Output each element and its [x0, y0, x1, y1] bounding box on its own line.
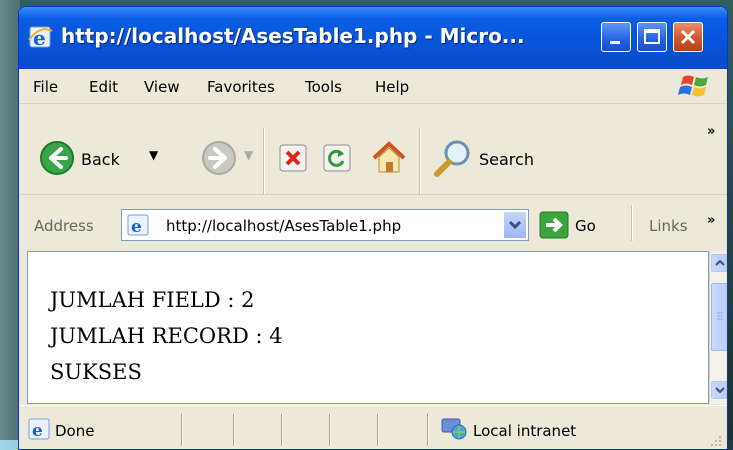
menu-file[interactable]: File — [33, 78, 58, 96]
vertical-scrollbar[interactable] — [709, 251, 727, 404]
back-button-label[interactable]: Back — [81, 150, 120, 169]
address-dropdown-button[interactable] — [503, 211, 527, 239]
maximize-button[interactable] — [637, 22, 667, 52]
back-dropdown-arrow-icon[interactable]: ▼ — [149, 148, 158, 162]
scroll-down-button[interactable] — [711, 381, 727, 399]
status-separator — [377, 414, 379, 446]
search-icon[interactable] — [431, 136, 475, 180]
standard-toolbar: Back ▼ ▼ Search » — [19, 104, 727, 195]
address-bar: Address e http://localhost/AsesTable1.ph… — [19, 195, 727, 249]
address-separator — [631, 205, 633, 241]
search-button-label[interactable]: Search — [479, 150, 534, 169]
links-overflow-icon[interactable]: » — [707, 213, 715, 228]
status-separator — [329, 414, 331, 446]
links-button[interactable]: Links — [649, 217, 688, 235]
svg-text:e: e — [131, 217, 142, 236]
status-separator — [427, 414, 429, 446]
menu-tools[interactable]: Tools — [305, 78, 342, 96]
address-label: Address — [34, 217, 94, 235]
maximize-icon — [644, 29, 660, 44]
security-zone-text: Local intranet — [473, 422, 577, 440]
local-intranet-icon — [441, 418, 467, 440]
windows-logo-icon — [678, 75, 708, 97]
address-field[interactable]: e http://localhost/AsesTable1.php — [121, 209, 529, 241]
close-icon — [680, 29, 696, 45]
menu-favorites[interactable]: Favorites — [207, 78, 275, 96]
forward-arrow-icon[interactable] — [201, 140, 237, 176]
menu-edit[interactable]: Edit — [89, 78, 118, 96]
home-icon[interactable] — [369, 138, 409, 178]
menu-view[interactable]: View — [144, 78, 180, 96]
status-bar: e Done Local intranet — [19, 405, 727, 449]
minimize-button[interactable] — [601, 22, 631, 52]
chevron-down-icon — [715, 387, 725, 394]
toolbar-separator — [263, 128, 265, 194]
status-separator — [233, 414, 235, 446]
record-count-text: JUMLAH RECORD : 4 — [50, 324, 283, 348]
title-bar[interactable]: e http://localhost/AsesTable1.php - Micr… — [19, 7, 727, 69]
stop-icon[interactable] — [277, 142, 309, 174]
chevron-up-icon — [715, 259, 725, 266]
page-done-icon: e — [28, 418, 50, 440]
menu-help[interactable]: Help — [375, 78, 409, 96]
status-separator — [281, 414, 283, 446]
refresh-icon[interactable] — [321, 142, 353, 174]
scroll-thumb[interactable] — [711, 283, 727, 351]
chevron-down-icon — [508, 220, 522, 230]
window-title: http://localhost/AsesTable1.php - Micro.… — [61, 24, 525, 48]
success-text: SUKSES — [50, 360, 142, 384]
resize-grip-icon[interactable] — [707, 432, 723, 448]
menu-bar: File Edit View Favorites Tools Help — [19, 69, 727, 104]
forward-dropdown-arrow-icon[interactable]: ▼ — [244, 148, 253, 162]
desktop-backdrop — [0, 0, 20, 450]
toolbar-separator — [419, 128, 421, 194]
status-text: Done — [55, 422, 95, 440]
go-button-label[interactable]: Go — [575, 217, 596, 235]
address-url[interactable]: http://localhost/AsesTable1.php — [166, 217, 401, 235]
back-arrow-icon[interactable] — [39, 140, 75, 176]
browser-window: e http://localhost/AsesTable1.php - Micr… — [18, 6, 728, 450]
page-icon: e — [127, 214, 149, 236]
toolbar-overflow-icon[interactable]: » — [707, 124, 715, 139]
go-arrow-icon[interactable] — [539, 211, 569, 239]
page-content: JUMLAH FIELD : 2 JUMLAH RECORD : 4 SUKSE… — [27, 251, 709, 404]
scroll-up-button[interactable] — [711, 254, 727, 272]
close-button[interactable] — [673, 22, 703, 52]
svg-text:e: e — [32, 421, 43, 440]
field-count-text: JUMLAH FIELD : 2 — [50, 288, 255, 312]
minimize-icon — [610, 41, 620, 44]
ie-icon: e — [28, 26, 53, 50]
status-separator — [181, 414, 183, 446]
grip-icon — [717, 312, 723, 320]
